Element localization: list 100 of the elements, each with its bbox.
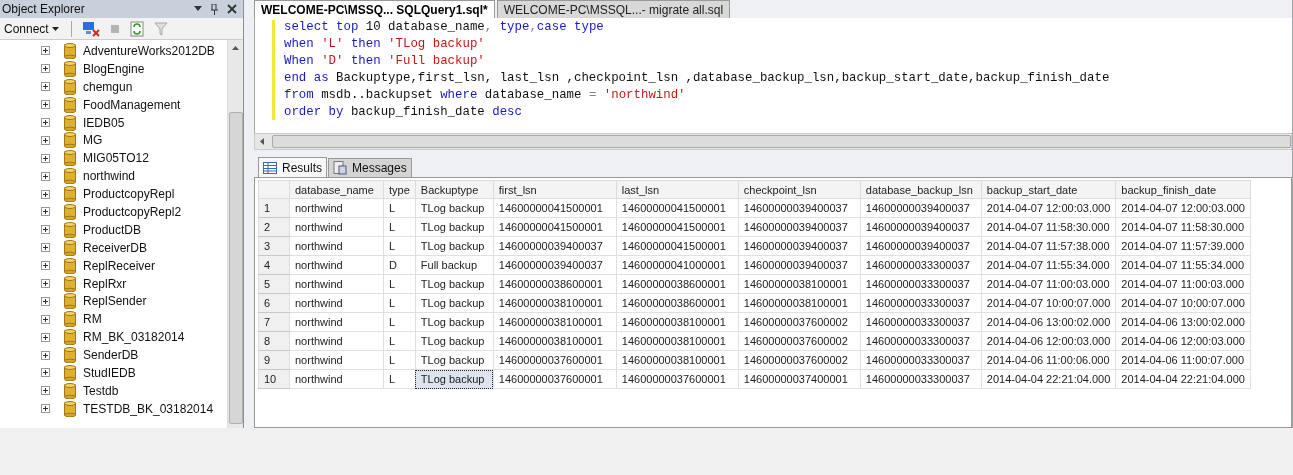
table-cell[interactable]: 14600000038600001	[616, 293, 739, 313]
expand-icon[interactable]	[41, 100, 50, 110]
table-cell[interactable]: L	[383, 331, 416, 351]
expand-icon[interactable]	[41, 243, 50, 253]
expand-icon[interactable]	[41, 189, 50, 199]
database-label[interactable]: MG	[83, 133, 103, 148]
expand-icon[interactable]	[41, 368, 50, 378]
database-label[interactable]: ProductcopyRepl	[83, 187, 175, 202]
table-cell[interactable]: northwind	[289, 198, 384, 218]
table-cell[interactable]: 2014-04-07 11:00:03.000	[1115, 274, 1251, 294]
expand-icon[interactable]	[41, 296, 50, 306]
expand-icon[interactable]	[41, 82, 50, 92]
table-cell[interactable]: 14600000039400037	[738, 255, 861, 275]
close-icon[interactable]	[227, 4, 237, 14]
table-cell[interactable]: L	[383, 350, 416, 370]
column-header[interactable]: type	[383, 180, 416, 199]
expand-icon[interactable]	[41, 171, 50, 181]
table-cell[interactable]: L	[383, 217, 416, 237]
table-cell[interactable]: TLog backup	[415, 198, 494, 218]
table-cell[interactable]: northwind	[289, 217, 384, 237]
document-tab[interactable]: WELCOME-PC\MSSQL...- migrate all.sql	[496, 0, 731, 18]
table-cell[interactable]: northwind	[289, 236, 384, 256]
table-cell[interactable]: 14600000033300037	[860, 255, 982, 275]
table-cell[interactable]: 14600000039400037	[860, 198, 982, 218]
database-label[interactable]: TESTDB_BK_03182014	[83, 401, 214, 416]
table-cell[interactable]: 2014-04-07 11:55:34.000	[1115, 255, 1251, 275]
expand-icon[interactable]	[41, 386, 50, 396]
scroll-up-icon[interactable]	[232, 46, 239, 50]
table-cell[interactable]: 14600000038100001	[616, 312, 739, 332]
database-label[interactable]: SenderDB	[83, 348, 139, 363]
table-cell[interactable]: 2014-04-07 11:57:38.000	[981, 236, 1116, 256]
column-header[interactable]: backup_start_date	[981, 180, 1116, 199]
expand-icon[interactable]	[41, 332, 50, 342]
table-cell[interactable]: 2014-04-07 11:00:03.000	[981, 274, 1116, 294]
database-label[interactable]: ReplReceiver	[83, 258, 156, 273]
scrollbar[interactable]	[227, 40, 243, 428]
database-label[interactable]: FoodManagement	[83, 97, 181, 112]
column-header[interactable]: checkpoint_lsn	[738, 180, 861, 199]
table-cell[interactable]: northwind	[289, 293, 384, 313]
table-cell[interactable]: 14600000039400037	[493, 236, 617, 256]
table-cell[interactable]: 14600000038600001	[616, 274, 739, 294]
table-cell[interactable]: 14600000039400037	[860, 217, 982, 237]
table-cell[interactable]: TLog backup	[415, 350, 494, 370]
expand-icon[interactable]	[41, 314, 50, 324]
table-cell[interactable]: L	[383, 274, 416, 294]
table-cell[interactable]: 14600000033300037	[860, 312, 982, 332]
expand-icon[interactable]	[41, 207, 50, 217]
table-cell[interactable]: TLog backup	[415, 293, 494, 313]
table-cell[interactable]: 2014-04-07 10:00:07.000	[1115, 293, 1251, 313]
table-cell[interactable]: 14600000037600002	[738, 312, 861, 332]
table-cell[interactable]: 2014-04-06 13:00:02.000	[1115, 312, 1251, 332]
table-cell[interactable]: 2014-04-06 12:00:03.000	[981, 331, 1116, 351]
table-cell[interactable]: 14600000037400001	[738, 369, 861, 389]
column-header[interactable]: database_name	[289, 180, 384, 199]
column-header[interactable]: Backuptype	[415, 180, 494, 199]
table-cell[interactable]: northwind	[289, 331, 384, 351]
table-cell[interactable]: 2014-04-04 22:21:04.000	[981, 369, 1116, 389]
table-cell[interactable]: 2014-04-06 11:00:07.000	[1115, 350, 1251, 370]
document-tab[interactable]: WELCOME-PC\MSSQ... SQLQuery1.sql*	[254, 0, 495, 18]
table-cell[interactable]: 14600000041500001	[493, 198, 617, 218]
table-cell[interactable]: 14600000038100001	[493, 331, 617, 351]
table-cell[interactable]: 2014-04-04 22:21:04.000	[1115, 369, 1251, 389]
expand-icon[interactable]	[41, 153, 50, 163]
database-label[interactable]: ProductDB	[83, 222, 142, 237]
table-cell[interactable]: 14600000041000001	[616, 255, 739, 275]
table-cell[interactable]: L	[383, 293, 416, 313]
column-header[interactable]: first_lsn	[493, 180, 617, 199]
table-cell[interactable]: 14600000037600001	[493, 369, 617, 389]
table-cell[interactable]: L	[383, 312, 416, 332]
results-tab[interactable]: Messages	[328, 158, 412, 177]
database-label[interactable]: ReceiverDB	[83, 240, 148, 255]
expand-icon[interactable]	[41, 118, 50, 127]
expand-icon[interactable]	[41, 404, 50, 414]
table-cell[interactable]: 2014-04-07 10:00:07.000	[981, 293, 1116, 313]
dropdown-icon[interactable]	[194, 6, 202, 12]
table-cell[interactable]: 14600000039400037	[860, 236, 982, 256]
table-cell[interactable]: TLog backup	[415, 236, 494, 256]
table-cell[interactable]: 14600000033300037	[860, 293, 982, 313]
database-label[interactable]: RM_BK_03182014	[83, 330, 185, 345]
table-cell[interactable]: 14600000039400037	[493, 255, 617, 275]
table-cell[interactable]: 14600000037600002	[738, 350, 861, 370]
table-cell[interactable]: 14600000037600001	[493, 350, 617, 370]
expand-icon[interactable]	[41, 279, 50, 288]
table-cell[interactable]: 14600000039400037	[738, 217, 861, 237]
results-tab[interactable]: Results	[258, 157, 327, 177]
table-cell[interactable]: TLog backup	[415, 217, 494, 237]
database-label[interactable]: ReplRxr	[83, 276, 127, 291]
table-cell[interactable]: 2014-04-06 11:00:06.000	[981, 350, 1116, 370]
table-cell[interactable]: 14600000041500001	[616, 198, 739, 218]
scroll-left-icon[interactable]	[260, 138, 264, 145]
database-label[interactable]: RM	[83, 312, 102, 327]
database-label[interactable]: MIG05TO12	[83, 151, 149, 166]
database-label[interactable]: BlogEngine	[83, 61, 145, 76]
expand-icon[interactable]	[41, 261, 50, 271]
table-cell[interactable]: 14600000033300037	[860, 331, 982, 351]
table-cell[interactable]: 14600000038100001	[616, 350, 739, 370]
disconnect-icon[interactable]	[81, 20, 100, 37]
table-cell[interactable]: D	[383, 255, 416, 275]
table-cell[interactable]: 14600000041500001	[616, 217, 739, 237]
table-cell[interactable]: 2014-04-07 11:55:34.000	[981, 255, 1116, 275]
